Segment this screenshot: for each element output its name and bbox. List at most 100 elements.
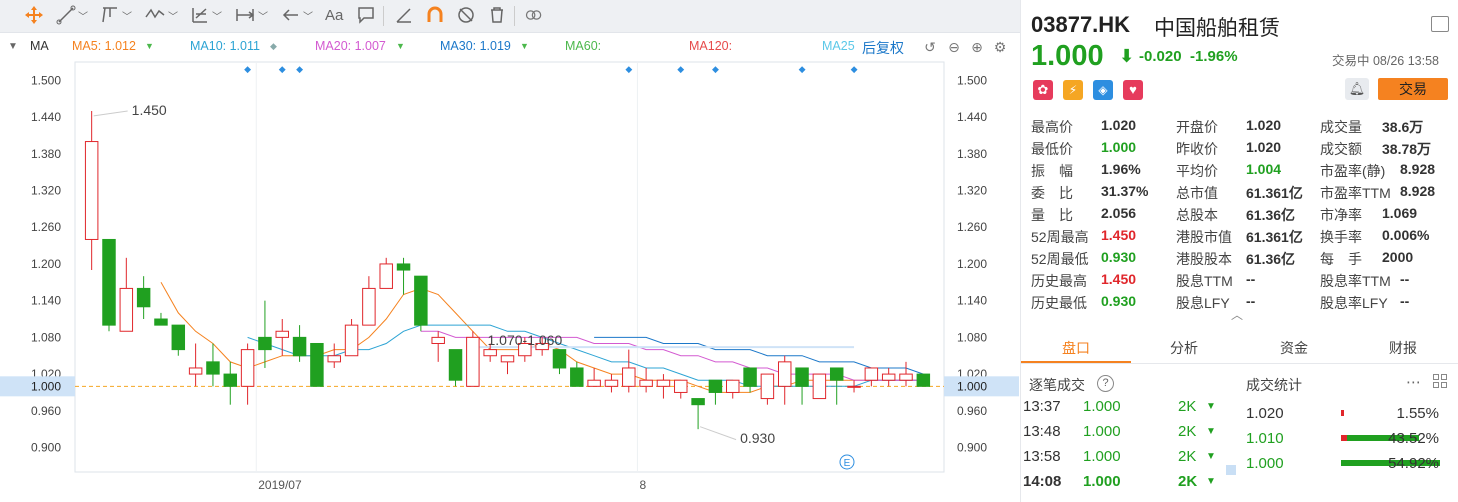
tab-capital[interactable]: 资金 [1239,338,1349,358]
stat-pct: 43.52% [1388,430,1439,447]
channel-icon[interactable] [100,4,120,26]
kline-chart[interactable]: 2019/07 8 1.500 1.500 1.440 1.440 1.380 1.380 1.… [0,58,1020,502]
scroll-marker[interactable] [1226,465,1236,475]
candle-down [708,379,723,393]
tick-down-icon: ▼ [1206,476,1216,487]
candle-up [604,379,619,387]
bell-icon[interactable]: 🔔︎ [1345,78,1369,100]
hide-icon[interactable] [456,4,476,26]
more-icon[interactable]: ⋯ [1406,373,1421,391]
chevron-down-icon[interactable]: ﹀ [303,4,313,26]
y-tick-label-left: 1.500 [31,73,61,87]
tick-price: 1.000 [1083,398,1121,415]
candle-down [136,287,151,308]
favorite-icon[interactable]: ♥ [1123,80,1143,100]
tab-analysis[interactable]: 分析 [1129,338,1239,358]
stat-pct: 1.55% [1396,405,1439,422]
measure-icon[interactable] [235,4,255,26]
candle-down [570,367,584,387]
y-tick-label-left: 1.320 [31,184,61,198]
field-label: 振 幅 [1031,163,1073,179]
chevron-down-icon[interactable]: ﹀ [212,4,222,26]
candle-up [431,336,445,344]
field-label: 昨收价 [1176,141,1218,157]
field-label: 量 比 [1031,207,1073,223]
tab-financials[interactable]: 财报 [1348,338,1458,358]
y-tick-label-left: 1.080 [31,330,61,344]
field-value: 8.928 [1400,161,1436,177]
field-value: 61.361亿 [1246,229,1303,245]
chevron-down-icon[interactable]: ﹀ [78,4,88,26]
tab-orderbook[interactable]: 盘口 [1021,338,1131,358]
move-icon[interactable] [24,4,44,26]
tick-time: 13:37 [1023,398,1061,415]
candle-down [292,336,307,357]
field-label: 成交量 [1320,119,1362,135]
text-tool[interactable]: Aa [325,4,343,26]
chevron-down-icon[interactable]: ﹀ [122,4,132,26]
zoom-in-icon[interactable]: ⊕ [969,39,985,55]
candle-down [743,367,757,387]
field-label: 历史最低 [1031,295,1087,311]
field-label: 每 手 [1320,251,1362,267]
ma120-label: MA120: [689,39,733,53]
y-tick-label-right: 0.960 [957,404,987,418]
y-tick-label-right: 1.200 [957,257,987,271]
field-label: 成交额 [1320,141,1362,157]
stat-price: 1.000 [1246,455,1284,472]
candle-down [258,336,272,351]
zoom-out-icon[interactable]: ⊖ [946,39,962,55]
candle-down [414,275,428,326]
field-label: 最低价 [1031,141,1073,157]
ma10-flat-icon: ◆ [270,41,277,51]
candle-up [466,336,480,387]
y-tick-label-right: 1.380 [957,147,987,161]
drawing-toolbar: ﹀ ﹀ ﹀ ﹀ ﹀ ﹀ Aa [0,0,1020,33]
tick-volume: 2K [1178,473,1198,490]
field-label: 总股本 [1176,207,1218,223]
ma-legend-bar: ▼ MA MA5: 1.012 ▼ MA10: 1.011 ◆ MA20: 1.… [0,35,1020,57]
event-marker-icon: ◆ [244,64,251,74]
current-price-label-right: 1.000 [957,379,987,393]
y-tick-label-left: 1.380 [31,147,61,161]
candle-up [188,367,203,375]
field-value: 61.361亿 [1246,185,1303,201]
trade-button[interactable]: 交易 [1378,78,1448,100]
candle-up [760,373,775,400]
grid-view-icon[interactable] [1433,374,1447,388]
candle-down [206,361,220,375]
wave-icon[interactable] [145,4,165,26]
undo-icon[interactable]: ↺ [922,39,938,55]
ticks-title: 逐笔成交 [1029,377,1085,393]
field-value: 1.020 [1246,117,1282,133]
tag-icon: ◈ [1093,80,1113,100]
event-marker-icon: ◆ [851,64,858,74]
stat-bar [1341,410,1344,416]
event-e-label: E [844,458,851,469]
arrow-left-icon[interactable] [281,4,301,26]
plot-area [74,61,945,473]
collapse-chevron-icon[interactable]: ︿ [1231,306,1243,323]
settings-icon[interactable]: ⚙ [992,39,1008,55]
comment-icon[interactable] [356,4,376,26]
candle-down [154,318,168,326]
price-change: -0.020 [1139,48,1182,65]
magnet-icon[interactable] [425,4,445,26]
field-value: 0.006% [1382,227,1430,243]
fib-icon[interactable] [190,4,210,26]
help-icon[interactable]: ? [1097,375,1114,392]
ruler-icon[interactable] [394,4,414,26]
panel-toggle-icon[interactable] [1431,16,1449,32]
candle-up [864,367,879,381]
line-icon[interactable] [56,4,76,26]
y-tick-label-left: 0.900 [31,441,61,455]
field-label: 股息率LFY [1320,295,1388,311]
adjust-button[interactable]: 后复权 [862,38,904,58]
chevron-down-icon[interactable]: ﹀ [258,4,268,26]
collapse-icon[interactable]: ▼ [8,41,18,52]
trash-icon[interactable] [487,4,507,26]
tick-time: 13:48 [1023,423,1061,440]
indicator-label[interactable]: MA [30,39,49,53]
chevron-down-icon[interactable]: ﹀ [168,4,178,26]
link-icon[interactable] [524,4,544,26]
